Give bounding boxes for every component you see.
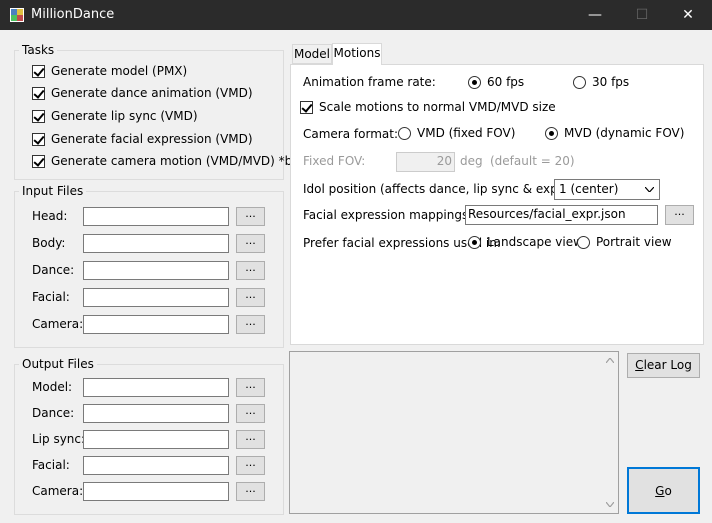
input-body-field[interactable]: [83, 234, 229, 253]
output-dance-field[interactable]: [83, 404, 229, 423]
tasks-group-label: Tasks: [19, 43, 58, 57]
input-dance-label: Dance:: [32, 263, 75, 277]
output-facial-field[interactable]: [83, 456, 229, 475]
task-checkbox-facial[interactable]: [32, 133, 45, 146]
input-camera-field[interactable]: [83, 315, 229, 334]
close-button[interactable]: ✕: [665, 0, 711, 30]
output-dance-browse-button[interactable]: ...: [236, 404, 265, 423]
maximize-button[interactable]: ☐: [619, 0, 665, 30]
task-label-dance: Generate dance animation (VMD): [51, 86, 253, 100]
window-title: MillionDance: [31, 7, 115, 22]
scale-motions-checkbox[interactable]: [300, 101, 313, 114]
scale-motions-label: Scale motions to normal VMD/MVD size: [319, 100, 556, 114]
fps30-label: 30 fps: [592, 75, 630, 89]
log-textbox[interactable]: [289, 351, 619, 514]
output-facial-browse-button[interactable]: ...: [236, 456, 265, 475]
camera-format-label: Camera format:: [303, 127, 398, 141]
close-icon: ✕: [682, 7, 694, 23]
output-lip-sync-label: Lip sync:: [32, 432, 86, 446]
input-camera-label: Camera:: [32, 317, 84, 331]
input-facial-label: Facial:: [32, 290, 70, 304]
task-label-facial: Generate facial expression (VMD): [51, 132, 253, 146]
input-camera-browse-button[interactable]: ...: [236, 315, 265, 334]
task-checkbox-dance[interactable]: [32, 87, 45, 100]
input-body-label: Body:: [32, 236, 66, 250]
fps60-label: 60 fps: [487, 75, 525, 89]
facial-mappings-field[interactable]: Resources/facial_expr.json: [465, 205, 658, 225]
portrait-label: Portrait view: [596, 235, 672, 249]
clear-log-button[interactable]: Clear Log: [627, 353, 700, 378]
go-button[interactable]: Go: [627, 467, 700, 514]
idol-position-value: 1 (center): [559, 182, 619, 196]
landscape-radio[interactable]: [468, 236, 481, 249]
vmd-radio[interactable]: [398, 127, 411, 140]
task-checkbox-model[interactable]: [32, 65, 45, 78]
fixed-fov-field[interactable]: 20: [396, 152, 455, 172]
tab-motions[interactable]: Motions: [332, 43, 382, 65]
input-body-browse-button[interactable]: ...: [236, 234, 265, 253]
input-files-group-label: Input Files: [19, 184, 87, 198]
input-dance-browse-button[interactable]: ...: [236, 261, 265, 280]
task-checkbox-camera[interactable]: [32, 155, 45, 168]
input-head-field[interactable]: [83, 207, 229, 226]
vmd-label: VMD (fixed FOV): [417, 126, 516, 140]
facial-mappings-browse-button[interactable]: ...: [665, 205, 694, 225]
facial-mappings-label: Facial expression mappings:: [303, 208, 473, 222]
app-icon: [10, 8, 24, 22]
scroll-up-icon: [606, 358, 614, 363]
go-label: o: [664, 484, 672, 498]
fixed-fov-label: Fixed FOV:: [303, 154, 366, 168]
input-head-browse-button[interactable]: ...: [236, 207, 265, 226]
minimize-icon: —: [588, 7, 602, 23]
fps30-radio[interactable]: [573, 76, 586, 89]
clear-log-label: lear Log: [643, 358, 692, 372]
output-camera-field[interactable]: [83, 482, 229, 501]
input-head-label: Head:: [32, 209, 68, 223]
scroll-down-icon: [606, 502, 614, 507]
fov-default-label: (default = 20): [490, 154, 575, 168]
output-facial-label: Facial:: [32, 458, 70, 472]
input-facial-browse-button[interactable]: ...: [236, 288, 265, 307]
idol-position-select[interactable]: 1 (center): [554, 179, 660, 200]
chevron-down-icon: [645, 187, 654, 192]
output-lip-sync-field[interactable]: [83, 430, 229, 449]
output-model-label: Model:: [32, 380, 73, 394]
fps60-radio[interactable]: [468, 76, 481, 89]
title-bar: MillionDance — ☐ ✕: [0, 0, 712, 30]
clear-log-mnemonic: C: [635, 358, 644, 372]
input-dance-field[interactable]: [83, 261, 229, 280]
task-label-model: Generate model (PMX): [51, 64, 188, 78]
task-label-lip-sync: Generate lip sync (VMD): [51, 109, 198, 123]
task-label-camera: Generate camera motion (VMD/MVD) *buggy: [51, 154, 323, 168]
output-camera-label: Camera:: [32, 484, 84, 498]
tab-model[interactable]: Model: [292, 44, 332, 64]
output-files-group-label: Output Files: [19, 357, 97, 371]
output-camera-browse-button[interactable]: ...: [236, 482, 265, 501]
maximize-icon: ☐: [635, 7, 649, 23]
output-dance-label: Dance:: [32, 406, 75, 420]
landscape-label: Landscape view: [487, 235, 583, 249]
log-scrollbar[interactable]: [602, 352, 618, 513]
output-lip-sync-browse-button[interactable]: ...: [236, 430, 265, 449]
portrait-radio[interactable]: [577, 236, 590, 249]
input-facial-field[interactable]: [83, 288, 229, 307]
task-checkbox-lip-sync[interactable]: [32, 110, 45, 123]
mvd-radio[interactable]: [545, 127, 558, 140]
output-model-field[interactable]: [83, 378, 229, 397]
fov-unit-label: deg: [460, 154, 483, 168]
frame-rate-label: Animation frame rate:: [303, 75, 436, 89]
mvd-label: MVD (dynamic FOV): [564, 126, 685, 140]
minimize-button[interactable]: —: [572, 0, 618, 30]
output-model-browse-button[interactable]: ...: [236, 378, 265, 397]
